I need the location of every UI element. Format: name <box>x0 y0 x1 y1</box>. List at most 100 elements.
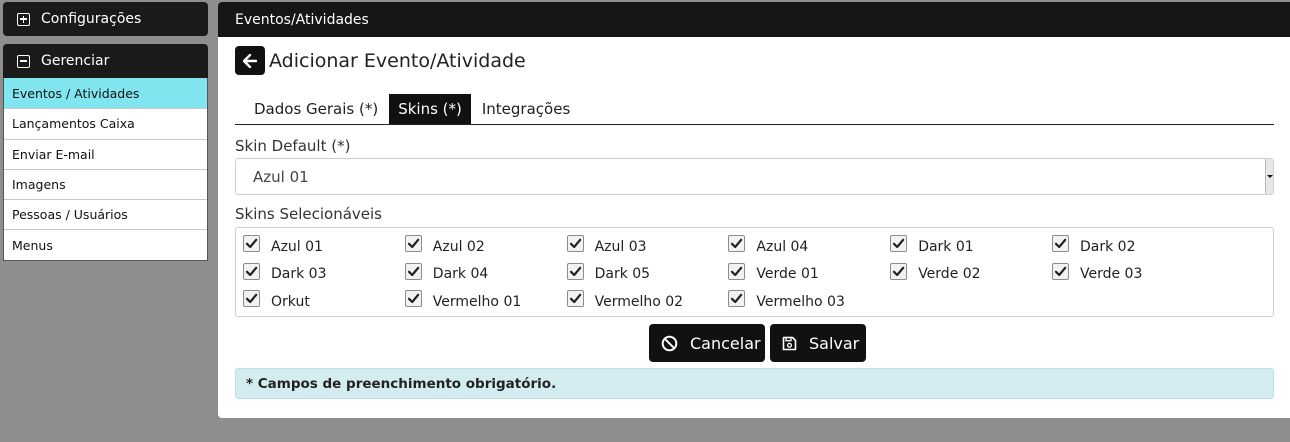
checkmark-icon <box>731 294 743 304</box>
skin-checkbox-label: Vermelho 01 <box>432 293 522 310</box>
sidebar-configuracoes-label: Configurações <box>41 11 142 27</box>
tab-bar: Dados Gerais (*) Skins (*) Integrações <box>235 94 1274 125</box>
skin-checkbox-item[interactable]: Vermelho 01 <box>404 288 567 315</box>
checkmark-icon <box>1054 266 1067 276</box>
skin-checkbox-label: Orkut <box>271 293 310 310</box>
checkmark-icon <box>893 238 905 249</box>
sidebar-item-menus[interactable]: Menus <box>4 229 207 259</box>
checkbox[interactable] <box>728 235 746 252</box>
skins-checkbox-group: Azul 01 Azul 02 Azul 03 Azul 04 Dark 01 Dark … <box>235 227 1274 317</box>
skin-default-label: Skin Default (*) <box>235 137 351 155</box>
skin-checkbox-item[interactable]: Dark 04 <box>404 261 567 288</box>
checkmark-icon <box>1054 238 1067 249</box>
skin-checkbox-item[interactable]: Dark 01 <box>890 233 1052 260</box>
skin-checkbox-item[interactable]: Verde 02 <box>890 261 1052 288</box>
checkmark-icon <box>569 266 581 276</box>
skin-default-value: Azul 01 <box>253 167 309 186</box>
checkmark-icon <box>569 294 581 304</box>
skin-checkbox-item[interactable]: Vermelho 02 <box>566 288 729 315</box>
skin-checkbox-item[interactable]: Vermelho 03 <box>728 288 890 315</box>
save-label: Salvar <box>809 333 860 353</box>
collapse-icon <box>17 54 30 68</box>
checkbox[interactable] <box>1051 262 1069 280</box>
checkbox[interactable] <box>566 290 584 308</box>
skin-checkbox-item[interactable]: Dark 05 <box>566 261 729 288</box>
checkbox[interactable] <box>566 235 584 252</box>
main-panel: Eventos/Atividades Adicionar Evento/Ativ… <box>218 2 1290 418</box>
checkbox[interactable] <box>728 262 746 280</box>
page-title: Adicionar Evento/Atividade <box>269 49 526 72</box>
checkbox[interactable] <box>243 290 260 308</box>
skin-checkbox-label: Dark 05 <box>594 266 651 283</box>
skin-checkbox-label: Azul 04 <box>756 238 809 255</box>
checkbox[interactable] <box>890 235 908 252</box>
checkbox[interactable] <box>890 262 908 280</box>
skin-checkbox-label: Verde 02 <box>918 266 981 283</box>
checkmark-icon <box>407 294 420 304</box>
skin-checkbox-label: Dark 01 <box>918 238 974 255</box>
skin-checkbox-item[interactable]: Verde 03 <box>1051 261 1214 288</box>
sidebar-item-pessoas[interactable]: Pessoas / Usuários <box>4 199 207 229</box>
cancel-label: Cancelar <box>690 333 761 353</box>
sidebar-gerenciar-panel: Gerenciar Eventos / Atividades Lançament… <box>3 44 208 261</box>
tab-skins[interactable]: Skins (*) <box>389 94 471 124</box>
skin-checkbox-label: Dark 04 <box>432 266 489 283</box>
checkbox[interactable] <box>404 290 422 308</box>
tab-integracoes[interactable]: Integrações <box>473 94 581 124</box>
skin-checkbox-item[interactable]: Verde 01 <box>728 261 890 288</box>
skin-checkbox-item[interactable]: Azul 04 <box>728 233 890 260</box>
checkbox[interactable] <box>728 290 746 308</box>
checkbox[interactable] <box>243 235 260 252</box>
skin-checkbox-item[interactable]: Azul 02 <box>404 233 567 260</box>
skin-checkbox-item[interactable]: Dark 03 <box>243 261 405 288</box>
checkmark-icon <box>245 238 258 249</box>
checkmark-icon <box>245 294 258 304</box>
checkmark-icon <box>245 266 258 276</box>
tab-dados-gerais[interactable]: Dados Gerais (*) <box>235 94 389 124</box>
sidebar-configuracoes-panel: Configurações <box>3 2 208 36</box>
expand-icon <box>17 12 30 26</box>
skin-checkbox-label: Verde 03 <box>1079 266 1143 283</box>
skin-checkbox-label: Verde 01 <box>756 266 819 283</box>
skin-checkbox-item[interactable]: Dark 02 <box>1051 233 1214 260</box>
sidebar-gerenciar-label: Gerenciar <box>41 53 110 69</box>
sidebar-gerenciar-header[interactable]: Gerenciar <box>3 44 208 78</box>
skin-checkbox-label: Azul 03 <box>594 238 647 255</box>
skin-checkbox-label: Dark 03 <box>271 266 327 283</box>
floppy-disk-icon <box>782 336 797 350</box>
checkbox[interactable] <box>566 262 584 280</box>
checkmark-icon <box>569 238 581 249</box>
sidebar-item-imagens[interactable]: Imagens <box>4 168 207 199</box>
skin-checkbox-label: Azul 01 <box>271 238 323 255</box>
skin-checkbox-item[interactable]: Orkut <box>243 288 405 315</box>
checkmark-icon <box>893 266 905 276</box>
skin-checkbox-label: Vermelho 02 <box>594 293 684 310</box>
save-button[interactable]: Salvar <box>770 324 866 362</box>
sidebar-item-lancamentos[interactable]: Lançamentos Caixa <box>4 108 207 138</box>
skin-checkbox-item[interactable]: Azul 01 <box>243 233 405 260</box>
panel-header: Eventos/Atividades <box>218 2 1290 37</box>
skin-checkbox-label: Azul 02 <box>432 238 485 255</box>
checkbox[interactable] <box>404 235 422 252</box>
skins-selecionaveis-label: Skins Selecionáveis <box>235 205 382 223</box>
checkbox[interactable] <box>404 262 422 280</box>
skin-checkbox-label: Dark 02 <box>1079 238 1136 255</box>
required-fields-alert: * Campos de preenchimento obrigatório. <box>235 368 1274 399</box>
dropdown-arrow-icon <box>1265 159 1273 194</box>
cancel-button[interactable]: Cancelar <box>649 324 765 362</box>
checkbox[interactable] <box>243 262 260 280</box>
ban-icon <box>661 335 678 351</box>
checkmark-icon <box>731 238 743 249</box>
skin-checkbox-item[interactable]: Azul 03 <box>566 233 729 260</box>
title-row: Adicionar Evento/Atividade <box>235 46 526 75</box>
sidebar-item-eventos[interactable]: Eventos / Atividades <box>4 78 207 109</box>
skin-checkbox-label: Vermelho 03 <box>756 293 845 310</box>
checkmark-icon <box>407 238 420 249</box>
checkbox[interactable] <box>1051 235 1069 252</box>
skin-default-select[interactable]: Azul 01 <box>235 158 1274 195</box>
sidebar-configuracoes-header[interactable]: Configurações <box>3 2 208 36</box>
sidebar-item-enviar-email[interactable]: Enviar E-mail <box>4 138 207 169</box>
back-button[interactable] <box>235 46 265 75</box>
checkmark-icon <box>407 266 420 276</box>
sidebar-gerenciar-list: Eventos / Atividades Lançamentos Caixa E… <box>3 78 208 261</box>
